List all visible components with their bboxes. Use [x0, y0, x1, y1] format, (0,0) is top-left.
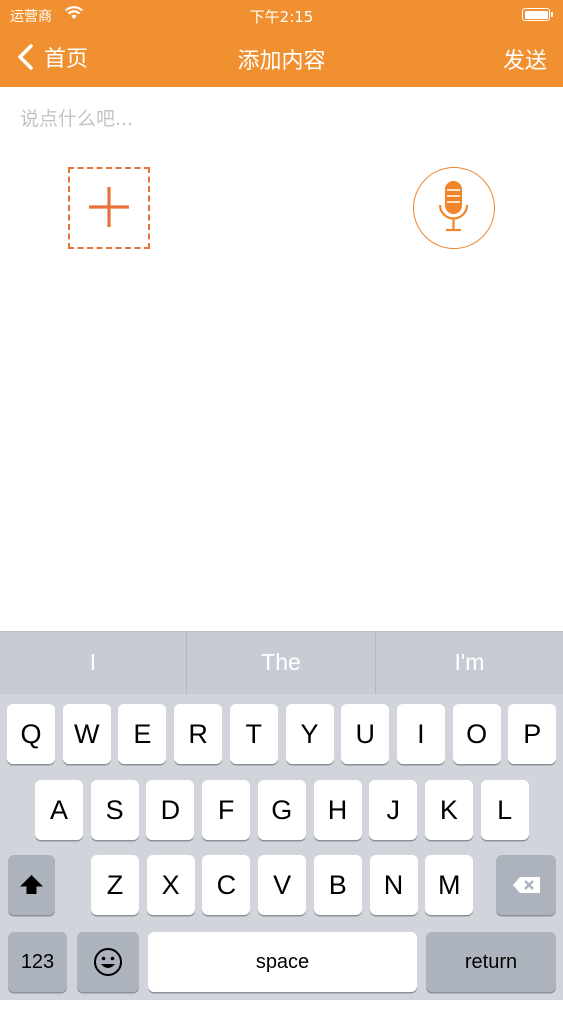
suggestion-3[interactable]: I'm	[376, 632, 563, 694]
key-g[interactable]: G	[257, 780, 306, 840]
key-d[interactable]: D	[146, 780, 195, 840]
return-key[interactable]: return	[426, 932, 556, 992]
microphone-icon	[438, 181, 469, 232]
key-z[interactable]: Z	[91, 855, 139, 915]
key-i[interactable]: I	[396, 704, 445, 764]
battery-icon	[522, 8, 553, 21]
suggestion-bar: I The I'm	[0, 631, 563, 694]
key-k[interactable]: K	[424, 780, 473, 840]
status-time: 下午2:15	[249, 8, 314, 26]
suggestion-2[interactable]: The	[187, 632, 375, 694]
status-bar: 运营商 下午2:15	[0, 0, 563, 30]
add-media-button[interactable]	[68, 167, 150, 249]
battery-level	[524, 10, 548, 19]
key-r[interactable]: R	[174, 704, 223, 764]
key-c[interactable]: C	[202, 855, 251, 915]
key-o[interactable]: O	[452, 704, 501, 764]
navigation-header: 运营商 下午2:15 首页 添加内容 发送	[0, 0, 563, 87]
key-x[interactable]: X	[146, 855, 195, 915]
key-w[interactable]: W	[62, 704, 111, 764]
key-v[interactable]: V	[258, 855, 307, 915]
send-button[interactable]: 发送	[503, 43, 547, 75]
backspace-icon	[513, 877, 540, 893]
key-p[interactable]: P	[508, 704, 557, 764]
key-l[interactable]: L	[480, 780, 529, 840]
key-b[interactable]: B	[313, 855, 362, 915]
suggestion-1[interactable]: I	[0, 632, 186, 694]
key-h[interactable]: H	[313, 780, 362, 840]
key-t[interactable]: T	[229, 704, 278, 764]
key-e[interactable]: E	[118, 704, 167, 764]
delete-key[interactable]	[496, 855, 556, 915]
compose-input[interactable]	[20, 104, 540, 134]
plus-icon	[89, 187, 129, 227]
key-n[interactable]: N	[369, 855, 418, 915]
shift-icon	[20, 875, 43, 894]
numbers-key[interactable]: 123	[8, 932, 67, 992]
page-title: 添加内容	[237, 49, 326, 74]
keyboard: I The I'm 123 space return QWERTYUIOPASD…	[0, 631, 563, 1000]
shift-key[interactable]	[8, 855, 55, 915]
emoji-key[interactable]	[77, 932, 139, 992]
voice-record-button[interactable]	[413, 167, 495, 249]
key-y[interactable]: Y	[285, 704, 334, 764]
key-q[interactable]: Q	[7, 704, 55, 764]
key-u[interactable]: U	[341, 704, 390, 764]
key-m[interactable]: M	[425, 855, 474, 915]
key-s[interactable]: S	[90, 780, 139, 840]
key-j[interactable]: J	[369, 780, 418, 840]
key-a[interactable]: A	[35, 780, 83, 840]
key-f[interactable]: F	[202, 780, 251, 840]
space-key[interactable]: space	[148, 932, 417, 992]
emoji-icon	[94, 948, 122, 976]
